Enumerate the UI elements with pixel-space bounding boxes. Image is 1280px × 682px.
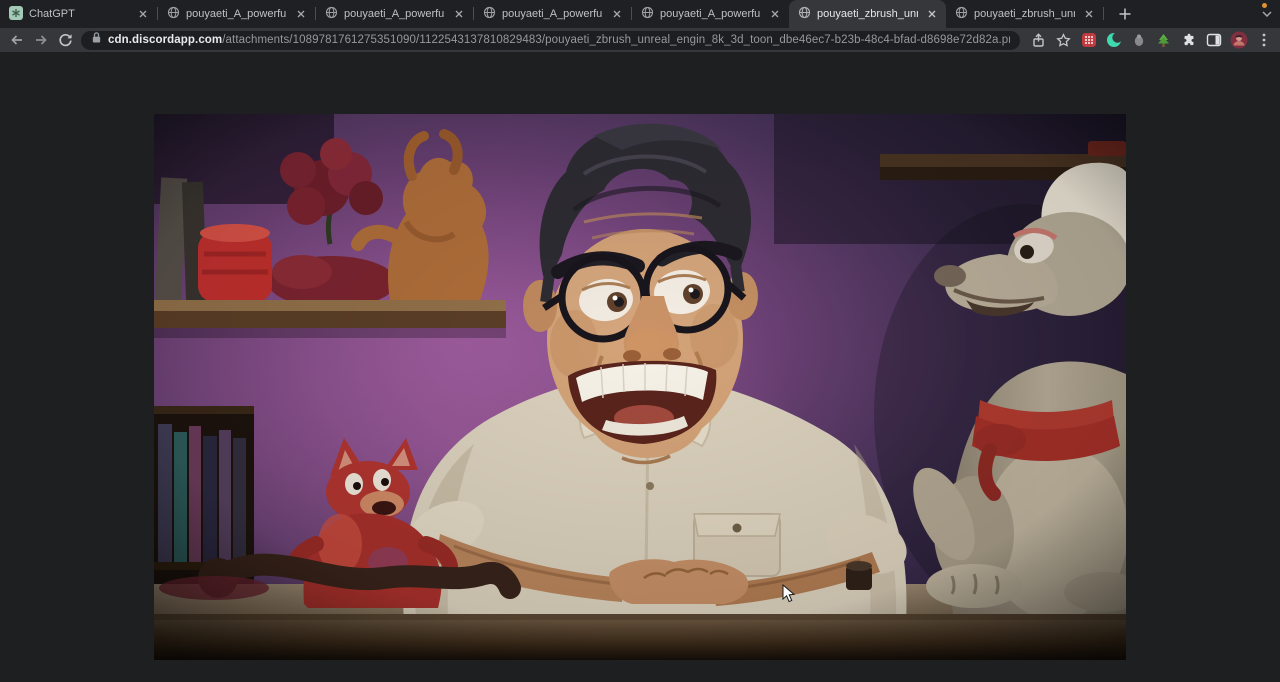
tab-powerful-modern-2[interactable]: pouyaeti_A_powerful_modern: [316, 0, 473, 28]
globe-favicon: [483, 6, 496, 22]
close-icon[interactable]: [293, 7, 308, 22]
share-icon[interactable]: [1027, 29, 1050, 51]
url-path: /attachments/1089781761275351090/1122543…: [222, 34, 1010, 46]
tab-title: pouyaeti_zbrush_unreal_engin: [974, 8, 1075, 20]
tab-title: pouyaeti_zbrush_unreal_engin: [817, 8, 918, 20]
browser-window: ChatGPT pouyaeti_A_powerful_modern pouya…: [0, 0, 1280, 682]
tab-zbrush-unreal-active[interactable]: pouyaeti_zbrush_unreal_engin: [789, 0, 946, 28]
close-icon[interactable]: [609, 7, 624, 22]
close-icon[interactable]: [924, 7, 939, 22]
tab-zbrush-unreal-2[interactable]: pouyaeti_zbrush_unreal_engin: [946, 0, 1103, 28]
ext-tree-icon[interactable]: [1152, 29, 1175, 51]
close-icon[interactable]: [1081, 7, 1096, 22]
attachment-image: [154, 114, 1126, 660]
tab-powerful-modern-4[interactable]: pouyaeti_A_powerful_modern: [632, 0, 789, 28]
globe-favicon: [167, 6, 180, 22]
new-tab-plus-icon[interactable]: [1112, 1, 1138, 27]
tab-title: ChatGPT: [29, 8, 129, 20]
profile-avatar[interactable]: [1227, 29, 1250, 51]
side-panel-icon[interactable]: [1202, 29, 1225, 51]
toolbar: cdn.discordapp.com/attachments/108978176…: [0, 28, 1280, 52]
chatgpt-favicon: [9, 6, 23, 23]
menu-dots-icon[interactable]: [1252, 29, 1275, 51]
url-domain: cdn.discordapp.com: [108, 34, 222, 46]
close-icon[interactable]: [135, 7, 150, 22]
globe-favicon: [955, 6, 968, 22]
tab-title: pouyaeti_A_powerful_modern: [502, 8, 603, 20]
mouse-cursor: [782, 584, 796, 608]
tab-title: pouyaeti_A_powerful_modern: [344, 8, 445, 20]
tab-powerful-modern-1[interactable]: pouyaeti_A_powerful_modern: [158, 0, 315, 28]
url-text: cdn.discordapp.com/attachments/108978176…: [108, 34, 1010, 46]
lock-icon[interactable]: [91, 31, 102, 49]
tab-chatgpt[interactable]: ChatGPT: [0, 0, 157, 28]
close-icon[interactable]: [767, 7, 782, 22]
globe-favicon: [641, 6, 654, 22]
globe-favicon: [325, 6, 338, 22]
globe-favicon: [798, 6, 811, 22]
toolbar-actions: [1027, 29, 1275, 51]
ext-gray-icon[interactable]: [1127, 29, 1150, 51]
tab-powerful-modern-3[interactable]: pouyaeti_A_powerful_modern: [474, 0, 631, 28]
reload-icon[interactable]: [53, 29, 77, 51]
tab-title: pouyaeti_A_powerful_modern: [186, 8, 287, 20]
tab-title: pouyaeti_A_powerful_modern: [660, 8, 761, 20]
update-indicator-dot: [1262, 3, 1267, 8]
address-bar[interactable]: cdn.discordapp.com/attachments/108978176…: [81, 31, 1020, 50]
back-icon[interactable]: [5, 29, 29, 51]
bookmark-star-icon[interactable]: [1052, 29, 1075, 51]
forward-icon[interactable]: [29, 29, 53, 51]
page-content: [0, 52, 1280, 682]
extensions-puzzle-icon[interactable]: [1177, 29, 1200, 51]
close-icon[interactable]: [451, 7, 466, 22]
ext-red-grid-icon[interactable]: [1077, 29, 1100, 51]
tab-strip: ChatGPT pouyaeti_A_powerful_modern pouya…: [0, 0, 1280, 28]
ext-moon-icon[interactable]: [1102, 29, 1125, 51]
tab-separator: [1103, 7, 1104, 20]
